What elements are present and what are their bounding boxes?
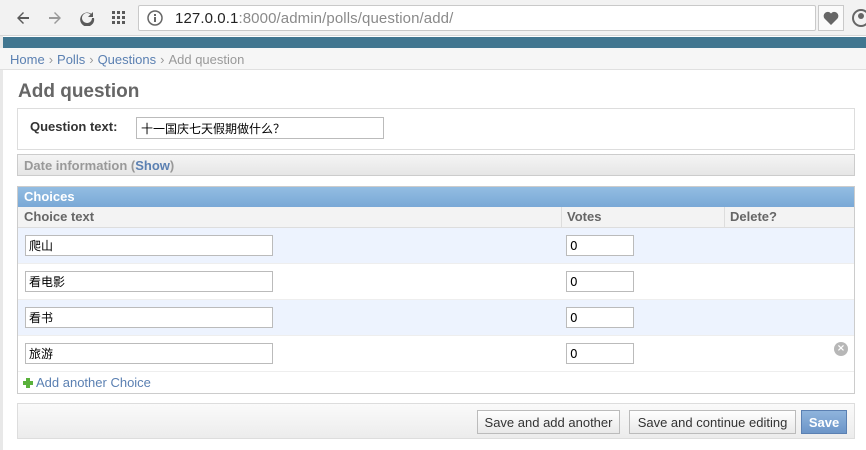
breadcrumb-separator: › (48, 52, 54, 67)
choice-text-input[interactable] (25, 271, 273, 292)
choice-row: × (18, 336, 854, 372)
question-text-label: Question text: (30, 119, 118, 134)
breadcrumb-home[interactable]: Home (10, 52, 45, 67)
votes-input[interactable] (566, 235, 634, 256)
reload-icon[interactable] (76, 7, 98, 29)
save-button[interactable]: Save (801, 410, 847, 434)
choice-text-input[interactable] (25, 307, 273, 328)
choice-text-input[interactable] (25, 235, 273, 256)
admin-header (0, 37, 866, 48)
forward-arrow-icon[interactable] (44, 7, 66, 29)
choice-row (18, 228, 854, 264)
choices-inline: Choices Choice text Votes Delete? × Add … (17, 186, 855, 394)
page-left-edge (0, 36, 3, 450)
choice-row (18, 264, 854, 300)
back-arrow-icon[interactable] (12, 7, 34, 29)
address-bar[interactable]: 127.0.0.1:8000/admin/polls/question/add/ (138, 5, 816, 31)
delete-row-icon[interactable]: × (834, 342, 848, 356)
bookmark-heart-icon[interactable] (818, 5, 844, 31)
url-host: 127.0.0.1 (175, 10, 239, 27)
site-info-icon[interactable] (147, 10, 163, 26)
save-and-add-another-button[interactable]: Save and add another (477, 410, 620, 434)
column-delete: Delete? (730, 209, 777, 224)
question-fieldset: Question text: (17, 108, 855, 150)
breadcrumb-separator: › (89, 52, 94, 67)
apps-grid-icon[interactable] (108, 7, 130, 29)
date-information-show-link[interactable]: Show (135, 158, 170, 173)
profile-icon[interactable] (852, 8, 866, 28)
date-information-fieldset: Date information (Show) (17, 154, 855, 176)
column-choice-text: Choice text (24, 209, 95, 224)
breadcrumb-separator: › (160, 52, 165, 67)
choice-text-input[interactable] (25, 343, 273, 364)
choices-column-headers: Choice text Votes Delete? (18, 207, 854, 228)
breadcrumb-questions[interactable]: Questions (98, 52, 157, 67)
column-divider (724, 207, 725, 228)
choice-row (18, 300, 854, 336)
url-text: 127.0.0.1:8000/admin/polls/question/add/ (175, 10, 453, 27)
url-path: :8000/admin/polls/question/add/ (238, 10, 454, 27)
save-and-continue-button[interactable]: Save and continue editing (629, 410, 796, 434)
page-title: Add question (18, 81, 140, 102)
votes-input[interactable] (566, 271, 634, 292)
breadcrumb-polls[interactable]: Polls (57, 52, 85, 67)
breadcrumb-current: Add question (168, 52, 245, 67)
votes-input[interactable] (566, 307, 634, 328)
votes-input[interactable] (566, 343, 634, 364)
submit-row: Save and add another Save and continue e… (17, 403, 855, 439)
add-another-choice-link[interactable]: Add another Choice (36, 375, 151, 390)
date-information-label: Date information (24, 158, 128, 173)
breadcrumb: Home › Polls › Questions › Add question (0, 48, 866, 70)
column-divider (561, 207, 562, 228)
choices-heading: Choices (18, 187, 854, 207)
question-text-input[interactable] (136, 117, 384, 139)
add-choice-row: Add another Choice (18, 372, 854, 394)
column-votes: Votes (567, 209, 602, 224)
browser-toolbar: 127.0.0.1:8000/admin/polls/question/add/ (0, 0, 866, 36)
plus-icon (23, 378, 33, 388)
